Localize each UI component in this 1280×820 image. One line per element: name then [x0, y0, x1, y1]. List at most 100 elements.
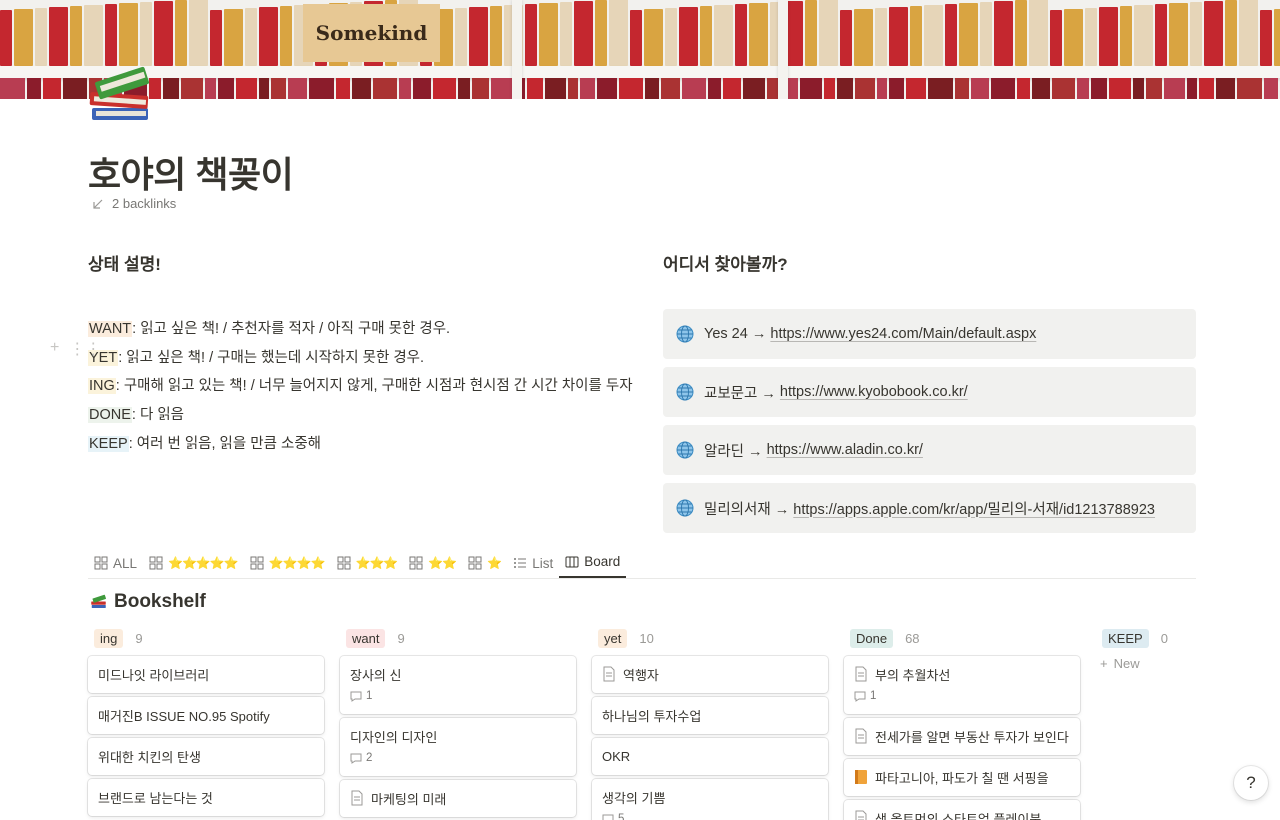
- cover-book: [162, 78, 180, 99]
- status-text: : 읽고 싶은 책! / 추천자를 적자 / 아직 구매 못한 경우.: [132, 321, 451, 337]
- status-line-yet[interactable]: YET: 읽고 싶은 책! / 구매는 했는데 시작하지 못한 경우.: [88, 348, 648, 377]
- board-card[interactable]: OKR: [592, 738, 828, 775]
- drag-handle-icon[interactable]: ⋮⋮: [69, 339, 101, 359]
- cover-book: [433, 78, 457, 99]
- globe-icon: [676, 499, 694, 517]
- cover-book: [906, 78, 926, 99]
- cover-book: [877, 78, 888, 99]
- callout-name: 교보문고 →: [704, 385, 776, 402]
- status-line-want[interactable]: WANT: 읽고 싶은 책! / 추천자를 적자 / 아직 구매 못한 경우.: [88, 319, 648, 348]
- column-label[interactable]: Done: [850, 628, 894, 648]
- tab-5-stars[interactable]: ⭐⭐⭐⭐⭐: [143, 548, 244, 578]
- board-column-yet: yet 10 역행자 하나님의 투자수업 OKR 생각의 기쁨 5: [592, 628, 828, 820]
- board-card[interactable]: 하나님의 투자수업: [592, 697, 828, 734]
- column-label[interactable]: ing: [94, 628, 124, 648]
- board-card[interactable]: 생각의 기쁨 5: [592, 779, 828, 820]
- cover-book: [1134, 5, 1153, 66]
- status-line-ing[interactable]: ING: 구매해 읽고 있는 책! / 너무 늘어지지 않게, 구매한 시점과 …: [88, 376, 648, 405]
- callout-link[interactable]: https://www.kyobobook.co.kr/: [780, 384, 968, 400]
- comment-count: 1: [870, 690, 877, 702]
- tab-2-stars[interactable]: ⭐⭐: [403, 548, 462, 578]
- callout-kyobo[interactable]: 교보문고 → https://www.kyobobook.co.kr/: [663, 367, 1196, 417]
- cover-book: [661, 78, 681, 99]
- callout-yes24[interactable]: Yes 24 → https://www.yes24.com/Main/defa…: [663, 309, 1196, 359]
- cover-book: [105, 4, 117, 66]
- board-card[interactable]: 위대한 치킨의 탄생: [88, 738, 324, 775]
- cover-book: [800, 78, 822, 99]
- page-icon: [351, 790, 363, 806]
- tab-1-star[interactable]: ⭐: [462, 548, 507, 578]
- callout-millie[interactable]: 밀리의서재 → https://apps.apple.com/kr/app/밀리…: [663, 483, 1196, 533]
- board-card[interactable]: 샘 올트먼의 스타트업 플레이북: [844, 800, 1080, 820]
- database-title[interactable]: Bookshelf: [90, 591, 206, 613]
- board-card[interactable]: 디자인의 디자인 2: [340, 718, 576, 776]
- column-label[interactable]: yet: [598, 628, 628, 648]
- cover-book: [924, 5, 943, 66]
- cover-book: [372, 78, 397, 99]
- globe-icon: [676, 383, 694, 401]
- column-label[interactable]: KEEP: [1102, 628, 1149, 648]
- cover-book: [630, 10, 642, 66]
- new-card-button[interactable]: + New: [1100, 656, 1216, 671]
- cover-book: [490, 78, 513, 99]
- shelf-post: [778, 0, 788, 99]
- cover-book: [945, 4, 957, 66]
- board-card[interactable]: 마케팅의 미래: [340, 780, 576, 817]
- books-icon[interactable]: [86, 64, 156, 128]
- cover-book: [119, 3, 138, 66]
- cover-book: [889, 78, 905, 99]
- board-card[interactable]: 장사의 신 1: [340, 656, 576, 714]
- cover-book: [1015, 0, 1027, 66]
- board-card[interactable]: 브랜드로 남는다는 것: [88, 779, 324, 816]
- status-line-done[interactable]: DONE: 다 읽음: [88, 405, 648, 434]
- cover-book: [854, 9, 873, 66]
- board-card[interactable]: 전세가를 알면 부동산 투자가 보인다: [844, 718, 1080, 755]
- star-icons: ⭐: [487, 556, 502, 570]
- board-card[interactable]: 부의 추월차선 1: [844, 656, 1080, 714]
- board-card[interactable]: 파타고니아, 파도가 칠 땐 서핑을: [844, 759, 1080, 796]
- status-text: : 읽고 싶은 책! / 구매는 했는데 시작하지 못한 경우.: [118, 349, 425, 366]
- cover-book: [469, 7, 488, 66]
- orange-book-icon: [855, 770, 867, 784]
- cover-book: [1260, 10, 1272, 66]
- callout-link[interactable]: https://apps.apple.com/kr/app/밀리의-서재/id1…: [793, 498, 1155, 519]
- tab-4-stars[interactable]: ⭐⭐⭐⭐: [244, 548, 331, 578]
- cover-book: [840, 10, 852, 66]
- tab-all[interactable]: ALL: [88, 548, 143, 578]
- page-title[interactable]: 호야의 책꽂이: [88, 146, 294, 198]
- tab-3-stars[interactable]: ⭐⭐⭐: [331, 548, 404, 578]
- board-card[interactable]: 미드나잇 라이브러리: [88, 656, 324, 693]
- column-label[interactable]: want: [346, 628, 386, 648]
- callout-aladin[interactable]: 알라딘 → https://www.aladin.co.kr/: [663, 425, 1196, 475]
- cover-book: [259, 7, 278, 66]
- cover-book: [574, 1, 593, 66]
- cover-book: [1190, 2, 1202, 66]
- card-title: 하나님의 투자수업: [602, 708, 702, 724]
- comment-count: 2: [366, 752, 373, 764]
- backlinks[interactable]: 2 backlinks: [92, 196, 176, 211]
- card-title: 브랜드로 남는다는 것: [98, 790, 213, 806]
- callout-name: 알라딘 →: [704, 443, 763, 460]
- plus-icon[interactable]: +: [50, 339, 59, 359]
- block-handle[interactable]: + ⋮⋮: [50, 339, 101, 359]
- comment-icon: [350, 753, 362, 764]
- cover-book: [700, 6, 712, 66]
- cover-image[interactable]: Somekind: [0, 0, 1280, 99]
- status-line-keep[interactable]: KEEP: 여러 번 읽음, 읽을 만큼 소중해: [88, 434, 648, 463]
- cover-book: [70, 6, 82, 66]
- cover-book: [490, 6, 502, 66]
- cover-book: [742, 78, 766, 99]
- status-section: 상태 설명! WANT: 읽고 싶은 책! / 추천자를 적자 / 아직 구매 …: [88, 250, 648, 462]
- board-card[interactable]: 매거진B ISSUE NO.95 Spotify: [88, 697, 324, 734]
- cover-book: [1085, 8, 1097, 66]
- callout-link[interactable]: https://www.yes24.com/Main/default.aspx: [770, 326, 1036, 342]
- new-label: New: [1113, 656, 1140, 671]
- cover-book: [270, 78, 286, 99]
- help-button[interactable]: ?: [1234, 766, 1268, 800]
- callout-link[interactable]: https://www.aladin.co.kr/: [767, 442, 923, 458]
- keyword-ing: ING: [88, 378, 116, 395]
- board-card[interactable]: 역행자: [592, 656, 828, 693]
- cover-book: [1146, 78, 1162, 99]
- tab-board[interactable]: Board: [559, 547, 627, 578]
- tab-list[interactable]: List: [507, 548, 559, 578]
